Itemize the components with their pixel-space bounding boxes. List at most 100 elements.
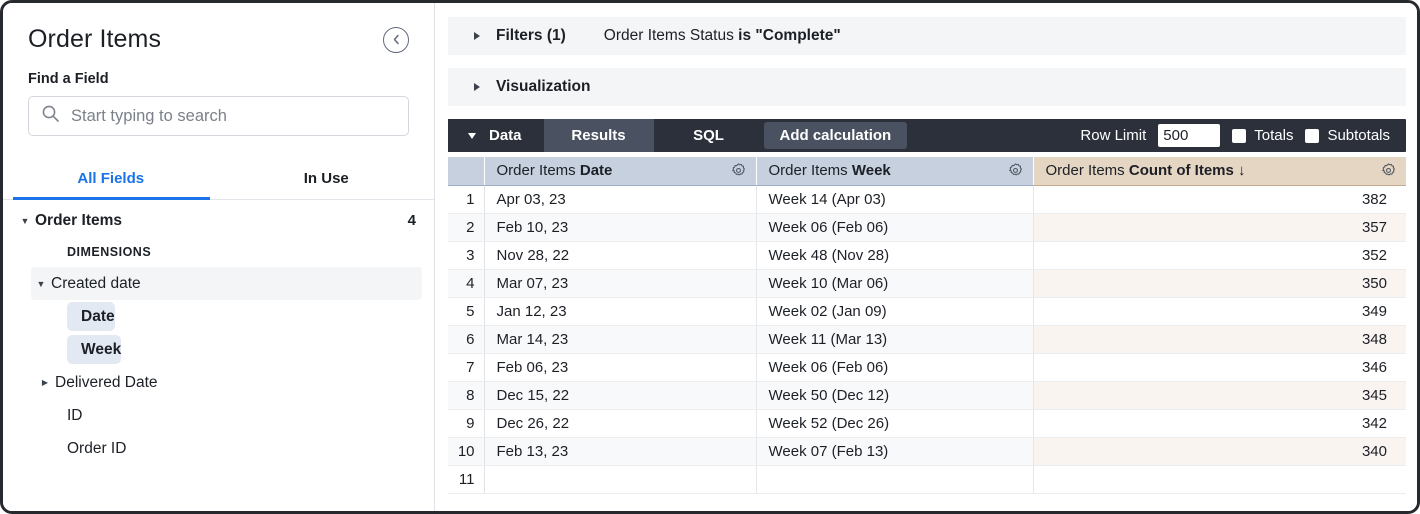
- column-header-date-label: Order Items Date: [497, 162, 613, 179]
- tree-item-week-wrapper: Week: [3, 333, 434, 366]
- cell-week: Week 06 (Feb 06): [756, 353, 1033, 381]
- tree-item-delivered-date[interactable]: ▶ Delivered Date: [3, 366, 434, 399]
- totals-checkbox[interactable]: [1232, 129, 1246, 143]
- table-row[interactable]: 7Feb 06, 23Week 06 (Feb 06)346: [448, 353, 1406, 381]
- cell-count: 346: [1033, 353, 1406, 381]
- cell-count: 352: [1033, 241, 1406, 269]
- table-row[interactable]: 5Jan 12, 23Week 02 (Jan 09)349: [448, 297, 1406, 325]
- cell-num: 6: [448, 325, 484, 353]
- table-row[interactable]: 4Mar 07, 23Week 10 (Mar 06)350: [448, 269, 1406, 297]
- table-body: 1Apr 03, 23Week 14 (Apr 03)3822Feb 10, 2…: [448, 185, 1406, 493]
- field-browser-sidebar: Order Items Find a Field All Fields: [3, 3, 435, 511]
- results-table-wrapper[interactable]: Order Items Date: [448, 157, 1406, 511]
- caret-right-icon[interactable]: ▶: [35, 378, 55, 387]
- cell-week: Week 50 (Dec 12): [756, 381, 1033, 409]
- gear-icon[interactable]: [1380, 162, 1397, 179]
- subtotals-label: Subtotals: [1327, 127, 1390, 144]
- cell-count: 349: [1033, 297, 1406, 325]
- caret-down-icon[interactable]: [468, 133, 476, 139]
- chevron-left-circle-icon[interactable]: [383, 27, 409, 53]
- cell-week: [756, 465, 1033, 493]
- col-name: Week: [852, 162, 891, 179]
- filter-field: Order Items Status: [604, 27, 738, 44]
- tree-item-week[interactable]: Week: [67, 335, 121, 364]
- cell-date: Feb 13, 23: [484, 437, 756, 465]
- table-header-row: Order Items Date: [448, 157, 1406, 185]
- table-row[interactable]: 3Nov 28, 22Week 48 (Nov 28)352: [448, 241, 1406, 269]
- sidebar-header: Order Items: [3, 3, 434, 54]
- data-label: Data: [489, 127, 522, 144]
- caret-down-icon[interactable]: ▼: [15, 216, 35, 226]
- column-header-rownum: [448, 157, 484, 185]
- cell-num: 2: [448, 213, 484, 241]
- field-tree: ▼ Order Items 4 DIMENSIONS ▼ Created dat…: [3, 200, 434, 465]
- tree-item-order-items[interactable]: ▼ Order Items 4: [3, 204, 434, 237]
- cell-count: 350: [1033, 269, 1406, 297]
- column-header-week[interactable]: Order Items Week: [756, 157, 1033, 185]
- cell-week: Week 14 (Apr 03): [756, 185, 1033, 213]
- cell-count: 340: [1033, 437, 1406, 465]
- cell-date: Feb 10, 23: [484, 213, 756, 241]
- tab-all-fields[interactable]: All Fields: [3, 162, 219, 199]
- tree-item-date-wrapper: Date: [3, 300, 434, 333]
- tree-item-label: ID: [67, 407, 416, 425]
- gear-icon[interactable]: [730, 162, 747, 179]
- cell-week: Week 02 (Jan 09): [756, 297, 1033, 325]
- cell-date: Mar 07, 23: [484, 269, 756, 297]
- caret-right-icon[interactable]: [474, 83, 480, 91]
- cell-date: Jan 12, 23: [484, 297, 756, 325]
- cell-count: 348: [1033, 325, 1406, 353]
- cell-date: [484, 465, 756, 493]
- table-row[interactable]: 2Feb 10, 23Week 06 (Feb 06)357: [448, 213, 1406, 241]
- filters-title: Filters (1): [496, 27, 566, 45]
- subtotals-checkbox[interactable]: [1305, 129, 1319, 143]
- col-prefix: Order Items: [1046, 162, 1129, 179]
- column-header-count-of-items[interactable]: Order Items Count of Items ↓: [1033, 157, 1406, 185]
- table-row[interactable]: 6Mar 14, 23Week 11 (Mar 13)348: [448, 325, 1406, 353]
- cell-num: 3: [448, 241, 484, 269]
- table-row[interactable]: 10Feb 13, 23Week 07 (Feb 13)340: [448, 437, 1406, 465]
- table-row[interactable]: 8Dec 15, 22Week 50 (Dec 12)345: [448, 381, 1406, 409]
- tree-item-date[interactable]: Date: [67, 302, 115, 331]
- tab-sql[interactable]: SQL: [654, 119, 764, 152]
- tree-item-label: Created date: [51, 275, 404, 293]
- field-tabs: All Fields In Use: [3, 162, 434, 200]
- results-table: Order Items Date: [448, 157, 1406, 494]
- field-count: 4: [408, 212, 416, 229]
- tree-section-dimensions: DIMENSIONS: [3, 237, 434, 267]
- cell-num: 9: [448, 409, 484, 437]
- add-calculation-button[interactable]: Add calculation: [764, 122, 908, 149]
- explore-window: Order Items Find a Field All Fields: [0, 0, 1420, 514]
- tab-in-use[interactable]: In Use: [219, 162, 435, 199]
- cell-num: 4: [448, 269, 484, 297]
- tree-item-id[interactable]: ID: [3, 399, 434, 432]
- filter-expression: Order Items Status is "Complete": [604, 27, 841, 45]
- column-header-count-label: Order Items Count of Items ↓: [1046, 162, 1246, 179]
- search-field-wrapper: [3, 87, 434, 136]
- search-input[interactable]: [71, 107, 396, 126]
- cell-date: Nov 28, 22: [484, 241, 756, 269]
- totals-checkbox-group[interactable]: Totals: [1232, 127, 1293, 144]
- cell-week: Week 10 (Mar 06): [756, 269, 1033, 297]
- tree-item-created-date[interactable]: ▼ Created date: [31, 267, 422, 300]
- visualization-bar[interactable]: Visualization: [448, 68, 1406, 106]
- cell-num: 1: [448, 185, 484, 213]
- tab-results[interactable]: Results: [544, 119, 654, 152]
- cell-date: Mar 14, 23: [484, 325, 756, 353]
- column-header-week-label: Order Items Week: [769, 162, 891, 179]
- table-row[interactable]: 11: [448, 465, 1406, 493]
- table-row[interactable]: 9Dec 26, 22Week 52 (Dec 26)342: [448, 409, 1406, 437]
- column-header-date[interactable]: Order Items Date: [484, 157, 756, 185]
- caret-down-icon[interactable]: ▼: [31, 279, 51, 289]
- tree-item-order-id[interactable]: Order ID: [3, 432, 434, 465]
- subtotals-checkbox-group[interactable]: Subtotals: [1305, 127, 1390, 144]
- explore-main: Filters (1) Order Items Status is "Compl…: [435, 3, 1417, 511]
- cell-count: 345: [1033, 381, 1406, 409]
- row-limit-input[interactable]: [1158, 124, 1220, 147]
- table-row[interactable]: 1Apr 03, 23Week 14 (Apr 03)382: [448, 185, 1406, 213]
- filters-bar[interactable]: Filters (1) Order Items Status is "Compl…: [448, 17, 1406, 55]
- gear-icon[interactable]: [1007, 162, 1024, 179]
- caret-right-icon[interactable]: [474, 32, 480, 40]
- search-box[interactable]: [28, 96, 409, 136]
- data-section-toggle[interactable]: Data: [448, 119, 544, 152]
